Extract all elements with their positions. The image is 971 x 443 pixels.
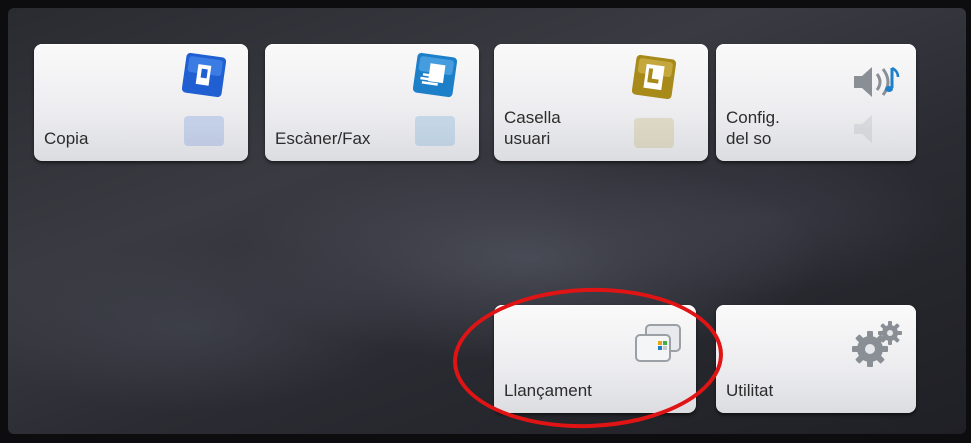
user-box-label: Casella usuari — [504, 108, 561, 148]
copy-button[interactable]: Copia — [34, 44, 248, 161]
scanner-fax-icon-reflection — [415, 116, 455, 146]
scanner-fax-button[interactable]: Escàner/Fax — [265, 44, 479, 161]
user-box-icon-reflection — [634, 118, 674, 148]
scanner-fax-label: Escàner/Fax — [275, 129, 371, 148]
copy-icon — [181, 52, 227, 98]
user-box-button[interactable]: Casella usuari — [494, 44, 708, 161]
speaker-icon-reflection — [854, 115, 872, 143]
gears-icon — [852, 321, 902, 367]
utility-button[interactable]: Utilitat — [716, 305, 916, 413]
user-box-icon — [631, 54, 677, 100]
scanner-fax-icon — [412, 52, 458, 98]
copy-label: Copia — [44, 129, 89, 148]
speaker-icon — [854, 66, 900, 97]
sound-settings-button[interactable]: Config. del so — [716, 44, 916, 161]
printer-home-screen: Copia Escàner/Fax Casella usuari Config.… — [8, 8, 966, 434]
copy-icon-reflection — [184, 116, 224, 146]
utility-label: Utilitat — [726, 381, 774, 400]
sound-settings-label: Config. del so — [726, 108, 780, 148]
